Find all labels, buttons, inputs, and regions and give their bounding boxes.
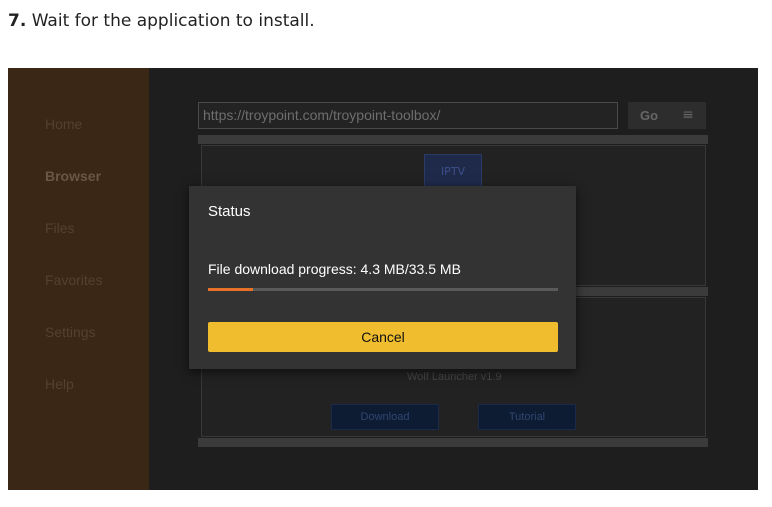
page-bottom-bar: [198, 438, 708, 447]
menu-button[interactable]: ≡: [670, 102, 706, 129]
download-button[interactable]: Download: [331, 404, 439, 430]
go-button[interactable]: Go: [628, 102, 670, 129]
progress-bar-fill: [208, 288, 253, 291]
download-progress-text: File download progress: 4.3 MB/33.5 MB: [208, 261, 461, 277]
sidebar-item-home[interactable]: Home: [45, 116, 82, 132]
instruction-step: 7. Wait for the application to install.: [8, 11, 315, 31]
menu-icon: ≡: [682, 107, 694, 123]
sidebar-item-favorites[interactable]: Favorites: [45, 272, 103, 288]
iptv-app-icon: IPTV: [424, 154, 482, 188]
progress-bar: [208, 288, 558, 291]
cancel-button[interactable]: Cancel: [208, 322, 558, 352]
page-top-bar: [198, 135, 708, 144]
step-text: Wait for the application to install.: [31, 11, 315, 31]
status-dialog: Status File download progress: 4.3 MB/33…: [189, 186, 576, 369]
tutorial-button[interactable]: Tutorial: [478, 404, 576, 430]
sidebar-item-browser[interactable]: Browser: [45, 168, 101, 184]
dialog-title: Status: [208, 203, 251, 220]
sidebar-item-settings[interactable]: Settings: [45, 324, 96, 340]
url-input[interactable]: https://troypoint.com/troypoint-toolbox/: [198, 102, 618, 129]
sidebar: Home Browser Files Favorites Settings He…: [8, 68, 149, 490]
step-number: 7.: [8, 11, 27, 31]
sidebar-item-help[interactable]: Help: [45, 376, 74, 392]
tv-screen: Home Browser Files Favorites Settings He…: [8, 68, 758, 490]
app-name: Wolf Launcher v1.9: [407, 371, 502, 383]
sidebar-item-files[interactable]: Files: [45, 220, 75, 236]
